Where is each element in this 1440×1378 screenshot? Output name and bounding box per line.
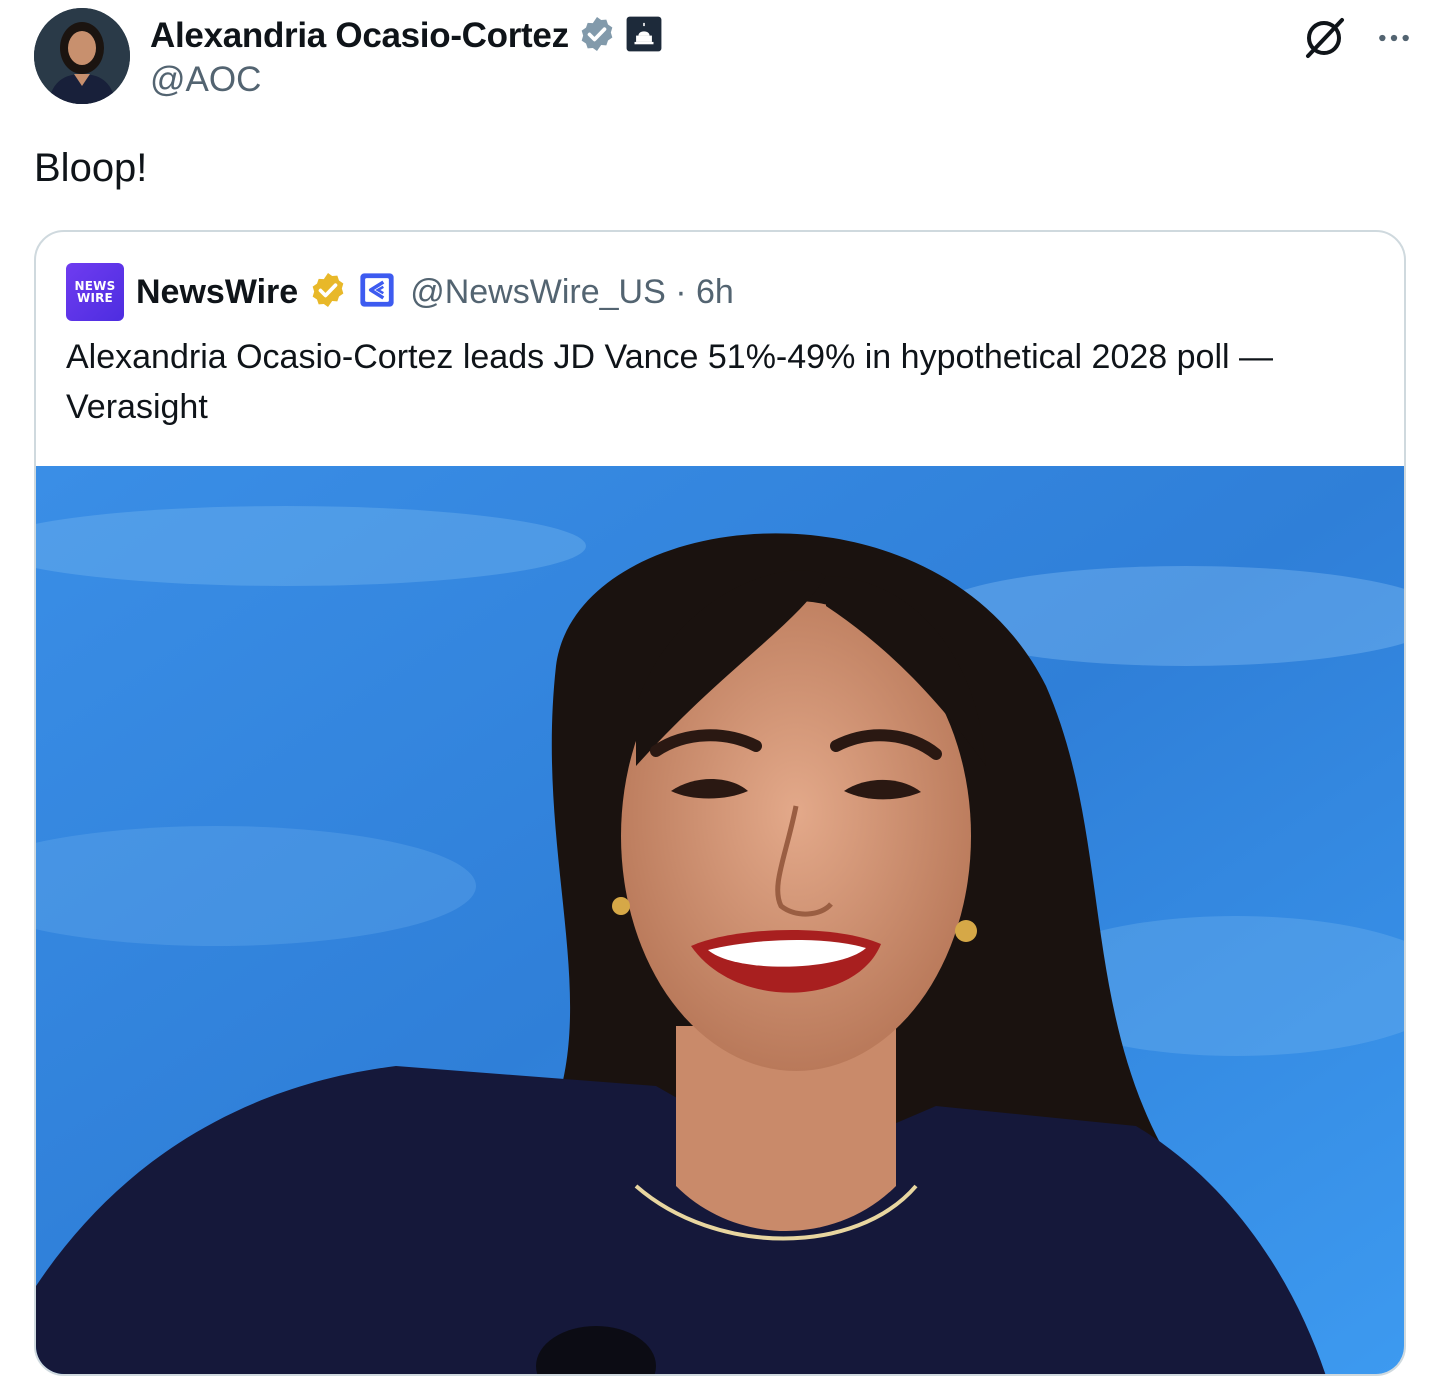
gold-verified-badge-icon <box>308 270 348 315</box>
more-options-icon[interactable] <box>1374 18 1414 63</box>
quoted-tweet-card[interactable]: NEWS WIRE NewsWire @NewsWire_US · 6h Ale… <box>34 230 1406 1376</box>
quoted-display-name[interactable]: NewsWire <box>136 273 298 312</box>
newswire-avatar-line2: WIRE <box>77 291 113 305</box>
tweet-text: Bloop! <box>34 146 148 190</box>
handle[interactable]: @AOC <box>150 60 261 100</box>
quoted-handle-time[interactable]: @NewsWire_US · 6h <box>410 273 734 312</box>
header-actions <box>1300 14 1414 67</box>
name-row: Alexandria Ocasio-Cortez <box>150 14 663 58</box>
avatar[interactable] <box>34 8 130 104</box>
quoted-tweet-image[interactable] <box>36 466 1404 1374</box>
photo-of-smiling-woman <box>36 466 1404 1374</box>
grok-icon[interactable] <box>1300 14 1348 67</box>
display-name[interactable]: Alexandria Ocasio-Cortez <box>150 16 569 56</box>
quoted-tweet-header: NEWS WIRE NewsWire @NewsWire_US · 6h <box>66 262 734 322</box>
newswire-logo-icon[interactable] <box>358 271 396 314</box>
quoted-tweet-text: Alexandria Ocasio-Cortez leads JD Vance … <box>66 338 1274 426</box>
tweet-header: Alexandria Ocasio-Cortez @AOC <box>34 8 1414 108</box>
verified-badge-icon <box>577 14 617 59</box>
avatar-image <box>34 8 130 104</box>
capitol-building-icon[interactable] <box>625 15 663 58</box>
newswire-avatar[interactable]: NEWS WIRE <box>66 263 124 321</box>
